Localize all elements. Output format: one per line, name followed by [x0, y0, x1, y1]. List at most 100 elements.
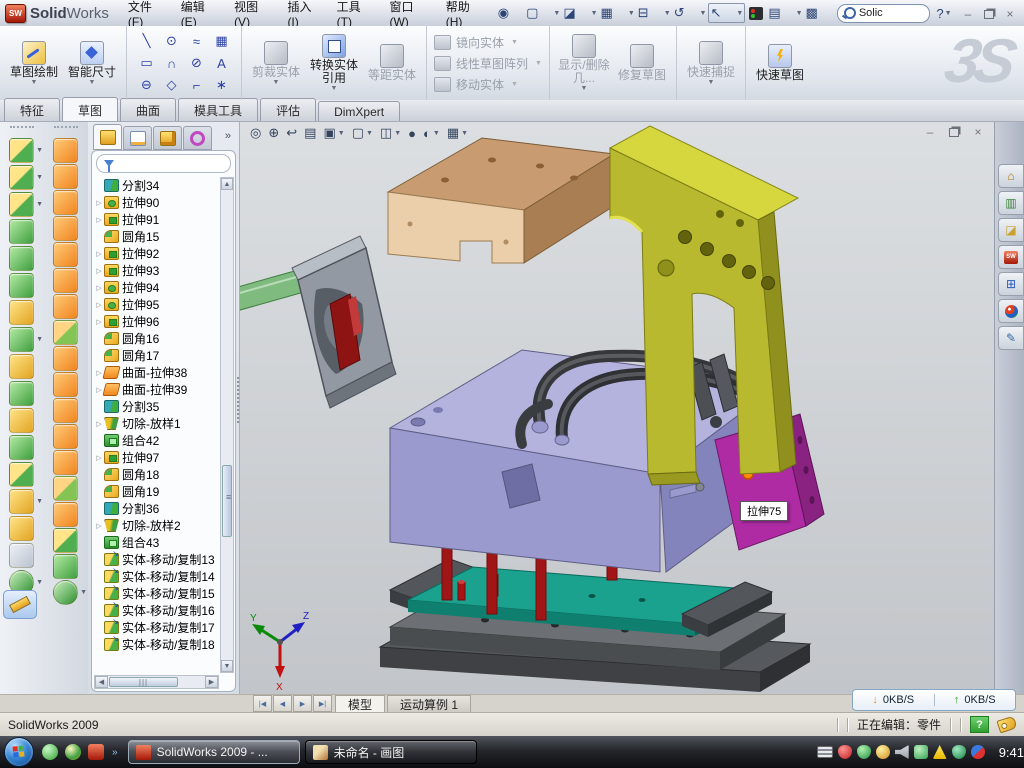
feature-manager-tab[interactable]: [123, 126, 152, 150]
taskbar-clock[interactable]: 9:41: [999, 745, 1024, 760]
feature-tool-icon[interactable]: ▼: [9, 246, 34, 271]
view-tool-icon[interactable]: ▤▼: [304, 125, 316, 141]
sketch-entity-icon[interactable]: ▦: [209, 30, 234, 52]
surface-tool-icon[interactable]: ▼: [53, 164, 78, 189]
surface-tool-icon[interactable]: ▼: [53, 528, 78, 553]
surface-tool-icon[interactable]: ▼: [53, 138, 78, 163]
quick-launch-icon[interactable]: [65, 744, 81, 760]
scrollbar-thumb[interactable]: [222, 465, 232, 537]
tab-nav-button[interactable]: |◀: [253, 695, 272, 712]
pattern-tool-button[interactable]: 移动实体 ▼: [434, 76, 542, 93]
feature-tool-icon[interactable]: ▼: [9, 489, 34, 514]
toolbar-icon[interactable]: ▩▼: [805, 4, 833, 22]
feature-tool-icon[interactable]: ▼: [9, 327, 34, 352]
smart-dimension-button[interactable]: 智能尺寸 ▼: [65, 41, 119, 86]
restore-button[interactable]: [983, 7, 995, 19]
view-tool-icon[interactable]: ▦▼: [447, 125, 468, 141]
tree-item[interactable]: ▷ 圆角19: [94, 483, 219, 500]
feature-tool-icon[interactable]: ▼: [9, 435, 34, 460]
tree-item[interactable]: ▷ 拉伸93: [94, 262, 219, 279]
toolbar-icon[interactable]: ▼: [746, 4, 766, 22]
document-tab[interactable]: 模型: [335, 695, 385, 712]
tree-item[interactable]: ▷ 拉伸94: [94, 279, 219, 296]
surface-tool-icon[interactable]: ▼: [53, 502, 78, 527]
sketch-entity-icon[interactable]: ⊘: [184, 52, 209, 74]
quick-snaps-button[interactable]: 快速捕捉 ▼: [684, 41, 738, 86]
surface-tool-icon[interactable]: ▼: [53, 450, 78, 475]
task-button[interactable]: 未命名 - 画图: [305, 740, 477, 764]
tree-item[interactable]: ▷ 组合42: [94, 432, 219, 449]
feature-tool-icon[interactable]: ▼: [9, 273, 34, 298]
tray-icon[interactable]: [876, 745, 890, 759]
tray-icon[interactable]: [817, 746, 833, 758]
tree-item[interactable]: ▷ 实体-移动/复制18: [94, 636, 219, 653]
tray-icon[interactable]: [838, 745, 852, 759]
sketch-entity-icon[interactable]: ▭: [134, 52, 159, 74]
sketch-entity-icon[interactable]: ⊖: [134, 74, 159, 96]
sketch-button[interactable]: 草图绘制 ▼: [7, 41, 61, 86]
surface-tool-icon[interactable]: ▼: [53, 476, 78, 501]
feature-tool-icon[interactable]: ▼: [9, 381, 34, 406]
pattern-tool-button[interactable]: 镜向实体 ▼: [434, 34, 542, 51]
view-tool-icon[interactable]: ◎▼: [250, 125, 261, 141]
tree-item[interactable]: ▷ 拉伸92: [94, 245, 219, 262]
sketch-entity-icon[interactable]: ≈: [184, 30, 209, 52]
toolbar-icon[interactable]: ◪▼: [562, 4, 598, 22]
quick-tips-button[interactable]: ?: [970, 716, 989, 733]
sketch-entity-icon[interactable]: ◇: [159, 74, 184, 96]
tree-item[interactable]: ▷ 拉伸97: [94, 449, 219, 466]
feature-manager-tab[interactable]: [183, 126, 212, 150]
tree-item[interactable]: ▷ 圆角15: [94, 228, 219, 245]
rapid-sketch-button[interactable]: 快速草图: [753, 44, 807, 82]
tree-item[interactable]: ▷ 分割35: [94, 398, 219, 415]
display-delete-relations-button[interactable]: 显示/删除几... ▼: [557, 34, 611, 92]
task-button[interactable]: SolidWorks 2009 - ...: [128, 740, 300, 764]
view-tool-icon[interactable]: ▢▼: [352, 125, 373, 141]
sketch-entity-icon[interactable]: ∗: [209, 74, 234, 96]
close-button[interactable]: ×: [1004, 7, 1016, 19]
scroll-right-icon[interactable]: ▶: [205, 676, 218, 688]
feature-tool-icon[interactable]: ▼: [9, 219, 34, 244]
tree-item[interactable]: ▷ 切除-放样2: [94, 517, 219, 534]
panel-overflow-button[interactable]: »: [225, 130, 231, 146]
feature-tool-icon[interactable]: ▼: [9, 516, 34, 541]
scroll-left-icon[interactable]: ◀: [95, 676, 108, 688]
view-tool-icon[interactable]: ▣▼: [323, 125, 344, 141]
tags-icon[interactable]: [996, 716, 1017, 734]
surface-tool-icon[interactable]: ▼: [53, 294, 78, 319]
task-pane-tab[interactable]: SW: [998, 245, 1024, 269]
tray-icon[interactable]: [914, 745, 928, 759]
surface-tool-icon[interactable]: ▼: [53, 424, 78, 449]
view-tool-icon[interactable]: ◐▼: [423, 126, 440, 141]
sketch-entity-icon[interactable]: ╲: [134, 30, 159, 52]
expand-arrow-icon[interactable]: ▷: [94, 284, 104, 292]
sketch-entity-icon[interactable]: ⊙: [159, 30, 184, 52]
surface-tool-icon[interactable]: ▼: [53, 346, 78, 371]
surface-tool-icon[interactable]: ▼: [53, 216, 78, 241]
tray-icon[interactable]: [933, 745, 947, 759]
doc-minimize-button[interactable]: –: [924, 125, 936, 137]
tab-nav-button[interactable]: ◀: [273, 695, 292, 712]
quick-launch-icon[interactable]: [42, 744, 58, 760]
sketch-entity-icon[interactable]: A: [209, 52, 234, 74]
ribbon-tab[interactable]: 草图: [62, 97, 118, 121]
view-tool-icon[interactable]: ●▼: [408, 126, 416, 141]
feature-tool-icon[interactable]: ▼: [9, 138, 34, 163]
scroll-down-icon[interactable]: ▼: [221, 660, 233, 672]
expand-arrow-icon[interactable]: ▷: [94, 301, 104, 309]
graphics-viewport[interactable]: Y Z X ◎▼⊕▼↩▼▤▼▣▼▢▼◫▼●▼◐▼▦▼ – × 拉伸75: [240, 122, 994, 694]
view-tool-icon[interactable]: ⊕▼: [268, 125, 279, 141]
task-pane-tab[interactable]: ▥: [998, 191, 1024, 215]
tree-item[interactable]: ▷ 曲面-拉伸38: [94, 364, 219, 381]
task-pane-tab[interactable]: ◪: [998, 218, 1024, 242]
expand-arrow-icon[interactable]: ▷: [94, 318, 104, 326]
tree-item[interactable]: ▷ 圆角16: [94, 330, 219, 347]
quick-launch-icon[interactable]: [88, 744, 104, 760]
toolbar-icon[interactable]: ↺▼: [673, 4, 708, 22]
tree-item[interactable]: ▷ 曲面-拉伸39: [94, 381, 219, 398]
toolbar-icon[interactable]: ◉▼: [497, 4, 524, 22]
feature-tool-icon[interactable]: ▼: [9, 543, 34, 568]
start-button[interactable]: [4, 737, 34, 767]
view-tool-icon[interactable]: ◫▼: [380, 125, 401, 141]
toolbar-icon[interactable]: ▦▼: [600, 4, 636, 22]
